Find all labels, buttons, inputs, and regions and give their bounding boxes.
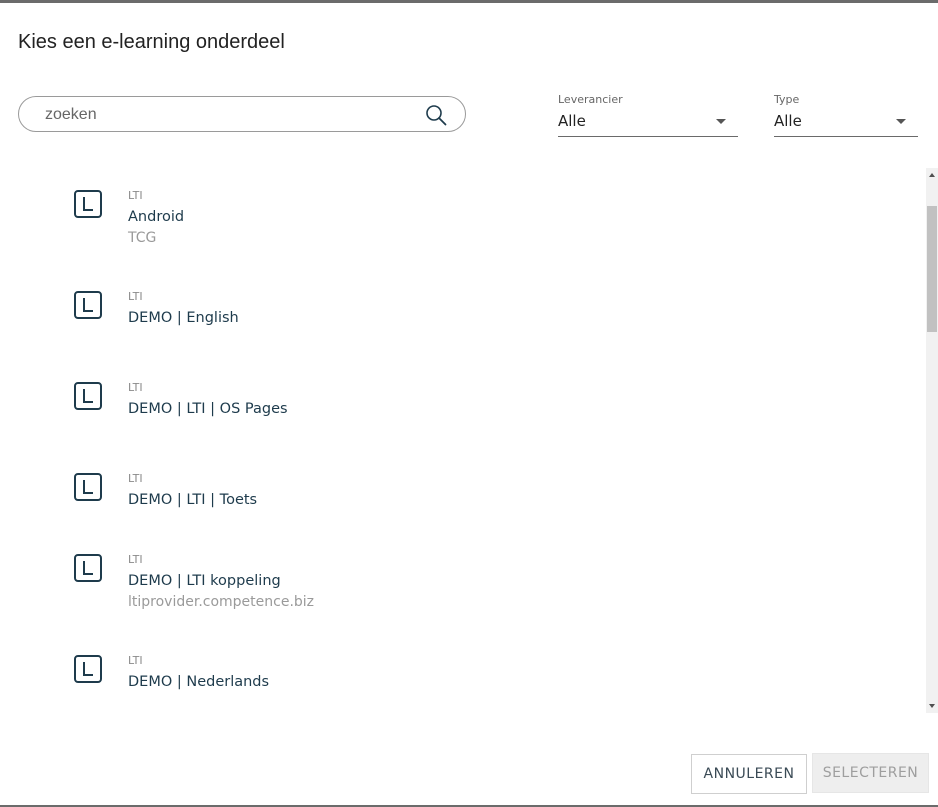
item-name: DEMO | LTI | OS Pages [128,401,288,417]
item-name: DEMO | LTI | Toets [128,492,258,508]
type-select[interactable]: Type Alle [774,93,918,137]
type-label: Type [774,93,800,106]
item-name: DEMO | LTI koppeling [128,573,281,589]
list-scrollbar[interactable] [926,168,938,713]
chevron-down-icon[interactable] [896,119,906,124]
item-subtitle: ltiprovider.competence.biz [128,594,315,610]
lti-icon [74,190,102,218]
scrollbar-thumb[interactable] [927,206,937,332]
item-name: DEMO | Nederlands [128,674,270,690]
scroll-up-arrow-icon[interactable] [929,173,935,177]
lti-icon [74,554,102,582]
lti-icon [74,655,102,683]
cancel-button[interactable]: ANNULEREN [691,754,807,794]
lti-icon [74,473,102,501]
item-type: LTI [128,290,143,303]
select-button[interactable]: SELECTEREN [812,753,929,793]
type-value[interactable]: Alle [774,112,802,130]
item-name: Android [128,209,185,225]
dialog-title: Kies een e-learning onderdeel [18,31,285,53]
item-type: LTI [128,553,143,566]
item-name: DEMO | English [128,310,239,326]
lti-icon [74,382,102,410]
supplier-value[interactable]: Alle [558,112,586,130]
chevron-down-icon[interactable] [716,119,726,124]
item-type: LTI [128,472,143,485]
search-icon[interactable] [425,104,447,126]
search-input[interactable] [43,103,417,127]
lti-icon [74,291,102,319]
scroll-down-arrow-icon[interactable] [929,704,935,708]
item-type: LTI [128,189,143,202]
supplier-label: Leverancier [558,93,623,106]
item-type: LTI [128,654,143,667]
item-type: LTI [128,381,143,394]
item-subtitle: TCG [128,230,157,246]
search-box[interactable] [18,96,466,132]
supplier-select[interactable]: Leverancier Alle [558,93,738,137]
elearning-list[interactable]: LTI Android TCG LTI DEMO | English LTI D… [0,168,926,713]
